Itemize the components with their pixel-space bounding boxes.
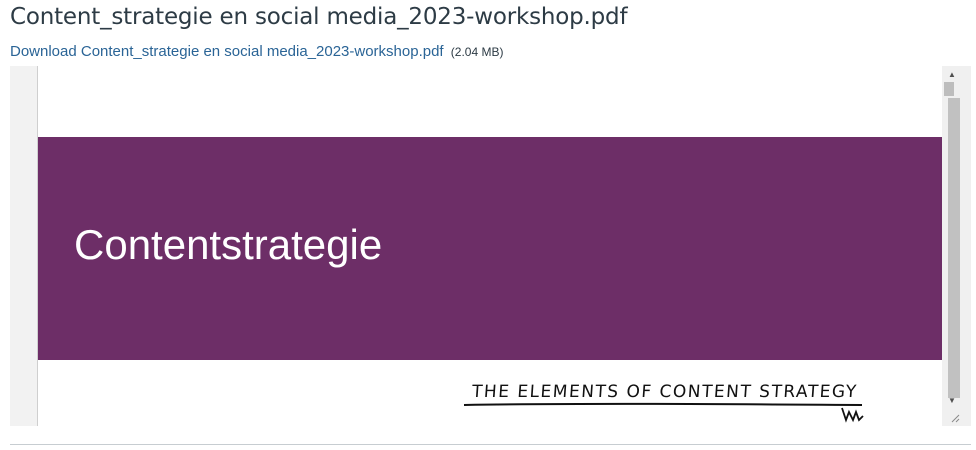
viewer-gutter bbox=[10, 66, 38, 426]
resize-grip-icon[interactable] bbox=[950, 413, 960, 423]
pdf-page: Contentstrategie THE ELEMENTS OF CONTENT… bbox=[38, 66, 942, 426]
viewer-scrollbar[interactable]: ▲ ▼ bbox=[942, 66, 962, 426]
slide-banner: Contentstrategie bbox=[38, 137, 942, 360]
pdf-viewer[interactable]: Contentstrategie THE ELEMENTS OF CONTENT… bbox=[10, 66, 971, 426]
sketch-underline bbox=[463, 402, 864, 423]
scroll-track-marker bbox=[944, 82, 954, 96]
sketch-heading: THE ELEMENTS OF CONTENT STRATEGY bbox=[471, 382, 859, 402]
scroll-thumb[interactable] bbox=[948, 98, 960, 398]
scroll-up-icon[interactable]: ▲ bbox=[942, 68, 962, 82]
scroll-down-icon[interactable]: ▼ bbox=[942, 394, 962, 408]
slide-title: Contentstrategie bbox=[74, 221, 383, 268]
download-link[interactable]: Download Content_strategie en social med… bbox=[10, 43, 444, 60]
file-size: (2.04 MB) bbox=[450, 45, 504, 59]
divider bbox=[10, 444, 971, 445]
download-line: Download Content_strategie en social med… bbox=[10, 43, 503, 60]
page-title: Content_strategie en social media_2023-w… bbox=[10, 4, 628, 30]
